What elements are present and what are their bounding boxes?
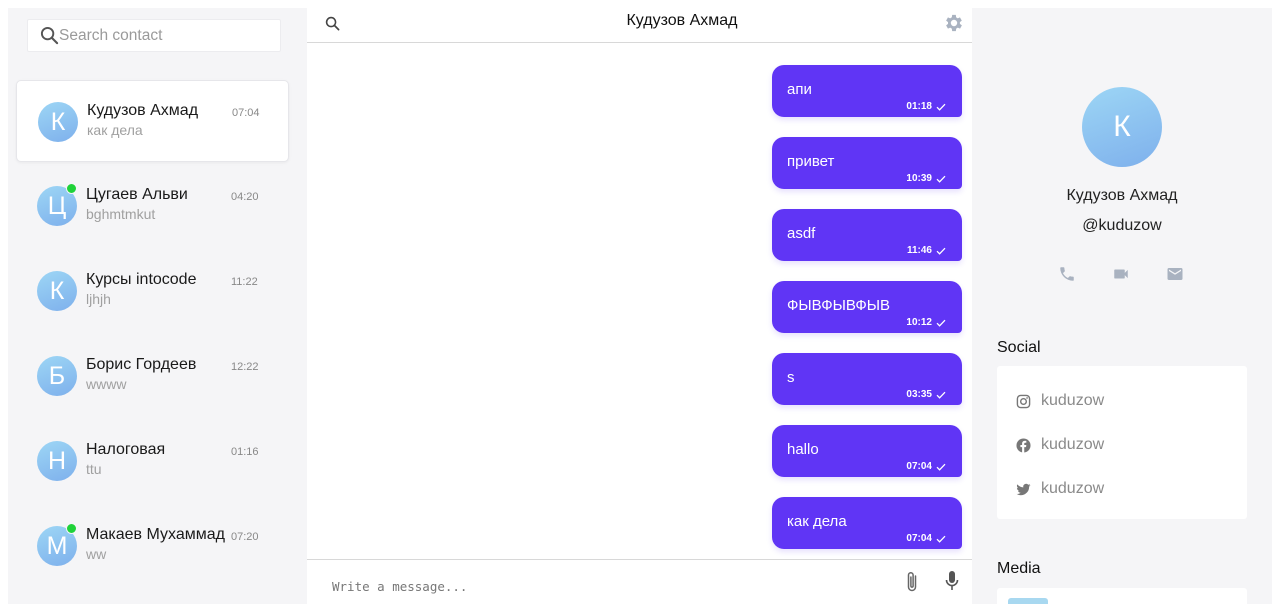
profile-handle: @kuduzow (1082, 217, 1162, 234)
message-meta: 11:46 (907, 245, 946, 256)
message-time: 11:46 (906, 245, 932, 256)
instagram-icon (1016, 394, 1031, 408)
avatar: Б (37, 356, 77, 396)
microphone-icon[interactable] (944, 570, 960, 592)
message-time: 07:04 (906, 461, 932, 472)
message-time: 07:04 (906, 533, 932, 544)
profile-panel: К Кудузов Ахмад @kuduzow Social kuduzow … (972, 8, 1272, 604)
contact-name: Курсы intocode (86, 271, 197, 288)
message-bubble[interactable]: ФЫВФЫВФЫВ 10:12 (772, 281, 962, 333)
contact-last-message: ttu (86, 461, 102, 477)
contact-name: Налоговая (86, 441, 166, 458)
profile-name: Кудузов Ахмад (1066, 187, 1178, 204)
online-indicator (66, 183, 77, 194)
social-link-instagram[interactable]: kuduzow (1016, 392, 1104, 410)
message-bubble[interactable]: как дела 07:04 (772, 497, 962, 549)
online-indicator (66, 523, 77, 534)
contact-last-message: wwww (86, 376, 127, 392)
message-meta: 01:18 (906, 101, 946, 112)
search-icon (40, 26, 59, 45)
social-handle: kuduzow (1041, 436, 1105, 453)
contact-time: 01:16 (231, 446, 259, 458)
contact-last-message: ljhjh (86, 291, 111, 307)
message-meta: 07:04 (906, 533, 946, 544)
contacts-sidebar: К Кудузов Ахмад как дела 07:04 Ц Цугаев … (8, 8, 307, 604)
contact-name: Макаев Мухаммад (86, 526, 225, 543)
message-meta: 03:35 (906, 389, 946, 400)
phone-icon[interactable] (1058, 265, 1076, 283)
contact-last-message: bghmtmkut (86, 206, 156, 222)
gear-icon[interactable] (943, 12, 965, 34)
message-bubble[interactable]: s 03:35 (772, 353, 962, 405)
contact-name: Борис Гордеев (86, 356, 197, 373)
media-thumbnail[interactable] (1008, 598, 1048, 604)
contact-item[interactable]: Б Борис Гордеев wwww 12:22 (16, 335, 289, 417)
facebook-icon (1016, 437, 1031, 453)
contact-item[interactable]: К Курсы intocode ljhjh 11:22 (16, 250, 289, 332)
message-text: апи (787, 81, 812, 98)
check-icon (936, 247, 946, 255)
message-list: апи 01:18 привет 10:39 asdf 11:46 ФЫВФЫВ… (307, 43, 972, 559)
contact-time: 11:22 (231, 276, 258, 288)
message-bubble[interactable]: апи 01:18 (772, 65, 962, 117)
video-camera-icon[interactable] (1112, 265, 1130, 283)
contact-time: 07:04 (232, 107, 260, 119)
search-contact-input[interactable] (59, 26, 259, 45)
social-handle: kuduzow (1041, 392, 1105, 409)
check-icon (936, 103, 946, 111)
message-time: 03:35 (906, 389, 932, 400)
check-icon (936, 463, 946, 471)
message-meta: 07:04 (906, 461, 946, 472)
contact-last-message: как дела (87, 122, 143, 138)
avatar: Н (37, 441, 77, 481)
message-text: hallo (787, 441, 819, 458)
message-text: как дела (787, 513, 847, 530)
contact-item[interactable]: Н Налоговая ttu 01:16 (16, 420, 289, 502)
contact-name: Кудузов Ахмад (87, 102, 199, 119)
social-section-title: Social (997, 339, 1041, 356)
message-meta: 10:12 (906, 317, 946, 328)
paperclip-icon[interactable] (904, 570, 920, 594)
message-time: 01:18 (906, 101, 932, 112)
social-link-twitter[interactable]: kuduzow (1016, 480, 1104, 498)
contact-last-message: ww (86, 546, 107, 562)
social-link-facebook[interactable]: kuduzow (1016, 436, 1104, 454)
message-bubble[interactable]: asdf 11:46 (772, 209, 962, 261)
contact-time: 12:22 (231, 361, 259, 373)
check-icon (936, 391, 946, 399)
chat-header: Кудузов Ахмад (307, 0, 972, 43)
twitter-icon (1016, 483, 1031, 495)
chat-panel: Кудузов Ахмад апи 01:18 привет 10:39 asd… (307, 0, 972, 604)
message-meta: 10:39 (906, 173, 946, 184)
contact-time: 07:20 (231, 531, 259, 543)
media-section-title: Media (997, 560, 1041, 577)
contact-item[interactable]: М Макаев Мухаммад ww 07:20 (16, 505, 289, 587)
mail-icon[interactable] (1166, 265, 1184, 283)
search-contact-box[interactable] (27, 19, 281, 52)
contact-time: 04:20 (231, 191, 259, 203)
messenger-app: К Кудузов Ахмад как дела 07:04 Ц Цугаев … (0, 0, 1280, 604)
message-time: 10:12 (906, 317, 932, 328)
message-text: s (787, 369, 795, 386)
social-handle: kuduzow (1041, 480, 1105, 497)
message-text: ФЫВФЫВФЫВ (787, 297, 891, 314)
social-card: kuduzow kuduzow kuduzow (997, 366, 1247, 519)
avatar: К (38, 102, 78, 142)
avatar: К (37, 271, 77, 311)
media-card (997, 588, 1247, 604)
profile-avatar: К (1082, 87, 1162, 167)
check-icon (936, 175, 946, 183)
check-icon (936, 319, 946, 327)
message-composer (307, 559, 972, 604)
message-time: 10:39 (906, 173, 932, 184)
message-input[interactable] (332, 579, 852, 594)
message-bubble[interactable]: hallo 07:04 (772, 425, 962, 477)
contact-item[interactable]: Ц Цугаев Альви bghmtmkut 04:20 (16, 165, 289, 247)
message-bubble[interactable]: привет 10:39 (772, 137, 962, 189)
contact-item[interactable]: К Кудузов Ахмад как дела 07:04 (16, 80, 289, 162)
contact-name: Цугаев Альви (86, 186, 188, 203)
message-text: asdf (787, 225, 816, 242)
check-icon (936, 535, 946, 543)
message-text: привет (787, 153, 835, 170)
